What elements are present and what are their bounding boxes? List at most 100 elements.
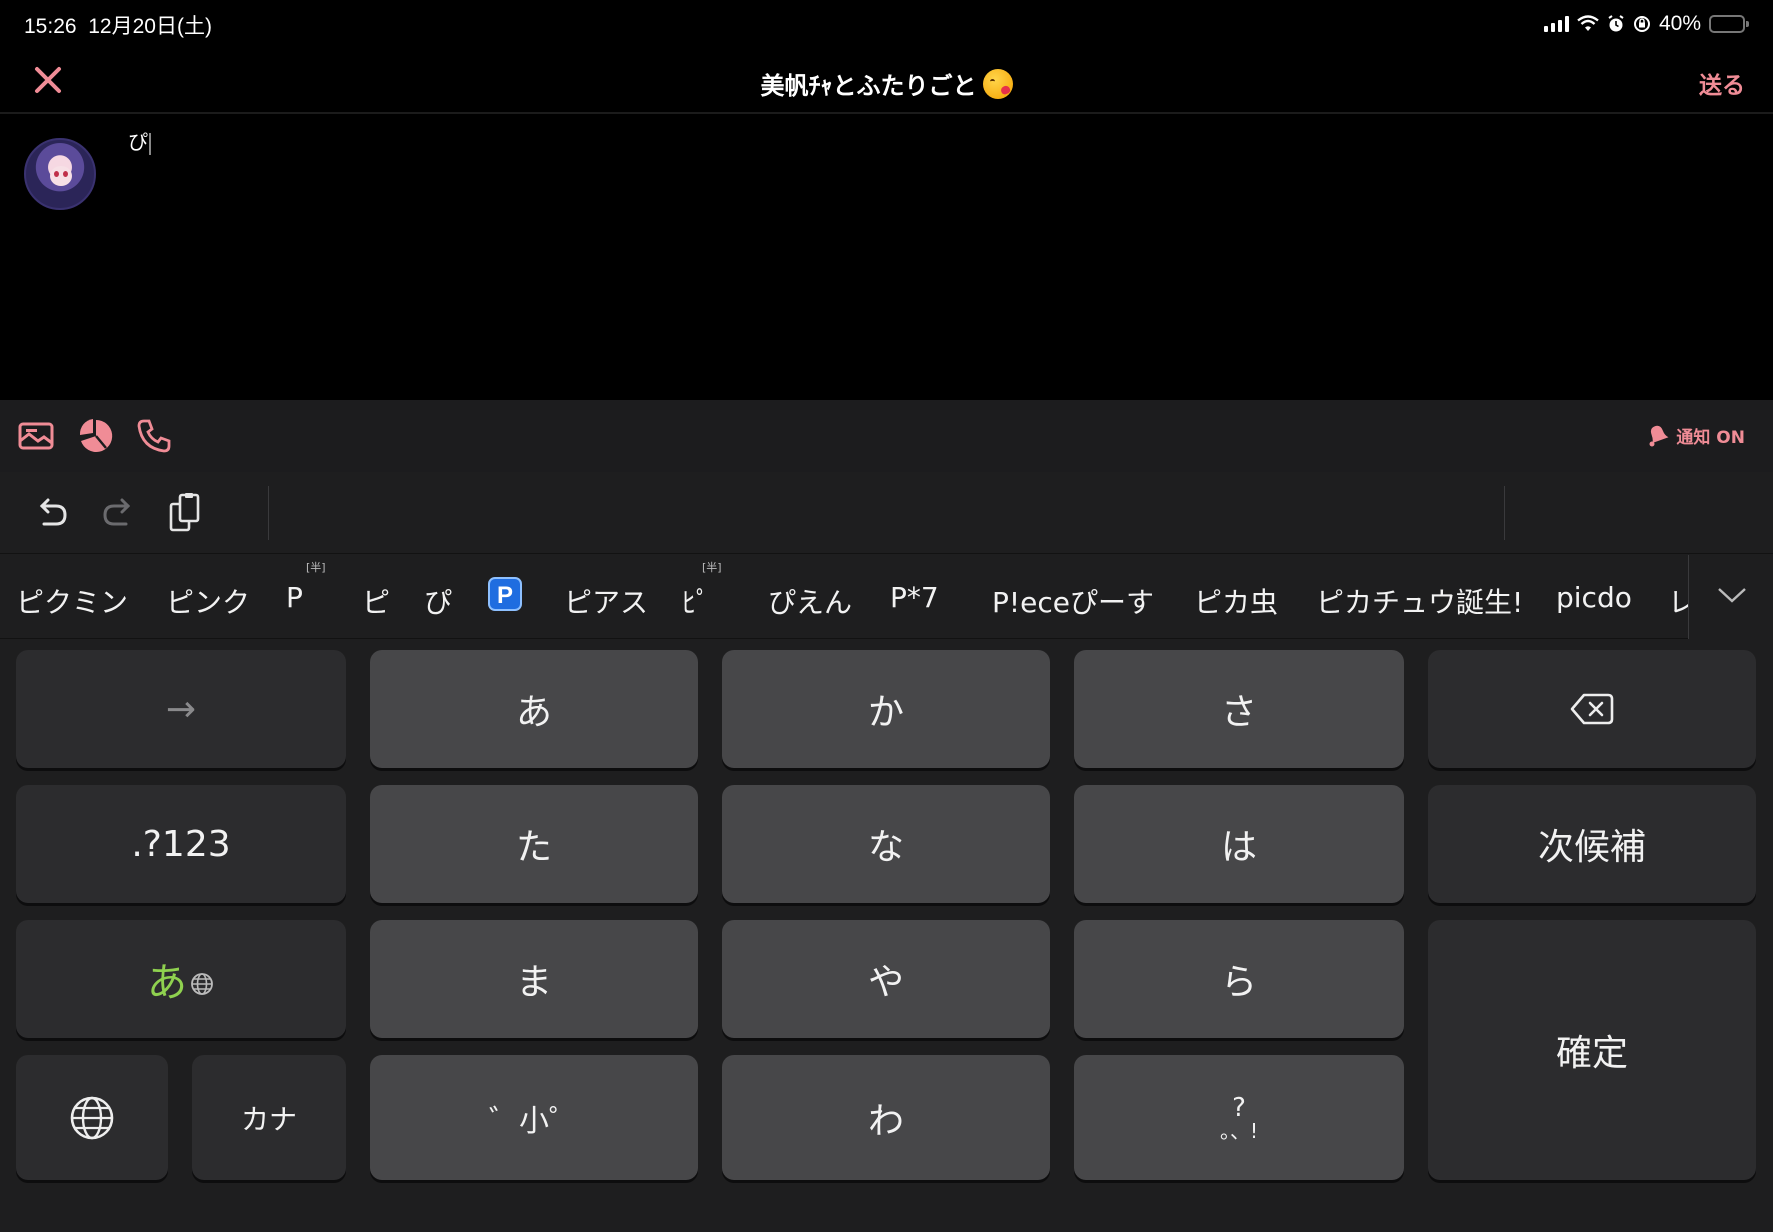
candidate-text: ぴえん <box>768 586 853 619</box>
alarm-icon <box>1608 15 1624 32</box>
candidate-item[interactable]: ピカチュウ誕生! <box>1316 581 1523 621</box>
title-text: 美帆ﾁｬとふたりごと <box>760 72 977 100</box>
confirm-key[interactable]: 確定 <box>1428 920 1756 1180</box>
compose-area[interactable]: ぴ <box>0 116 1773 400</box>
candidate-text: ピアス <box>564 586 649 619</box>
page-title: 美帆ﾁｬとふたりごと <box>0 66 1773 101</box>
image-icon[interactable] <box>16 416 56 456</box>
candidate-annotation: [半] <box>702 561 722 574</box>
input-mode-label: あ <box>147 960 187 1006</box>
candidate-item[interactable]: ピ <box>362 581 390 621</box>
status-icons: 40% <box>1543 10 1749 38</box>
avatar-face <box>50 166 72 186</box>
wifi-icon <box>1577 15 1599 31</box>
avatar-eye <box>63 171 68 177</box>
candidate-text: ﾋﾟ <box>682 586 711 619</box>
dakuten-key[interactable]: ゛小゜ <box>370 1055 698 1180</box>
candidate-text: P!eceぴーす <box>992 586 1154 619</box>
input-mode-key[interactable]: あ <box>16 920 346 1038</box>
globe-key[interactable] <box>16 1055 168 1180</box>
candidate-item[interactable]: ピアス <box>564 581 648 621</box>
orientation-lock-icon <box>1633 16 1650 32</box>
phone-icon[interactable] <box>134 416 174 456</box>
punctuation-bottom: 。、! <box>1219 1118 1259 1143</box>
status-time: 15:26 12月20日(土) <box>24 15 212 38</box>
candidate-item[interactable]: ぴ <box>424 581 452 621</box>
candidate-item[interactable]: ﾋﾟ [半] <box>682 561 722 621</box>
candidate-item[interactable]: P*7 <box>890 581 939 614</box>
candidate-text: ピカチュウ誕生! <box>1316 586 1524 619</box>
keyboard: ピクミン ピンク P [半] ピぴ P ピアス ﾋﾟ [半] ぴえん P*7 P!eceぴーす ピカ虫ピ… <box>0 472 1773 1232</box>
status-date: 12月20日(土) <box>88 15 212 38</box>
punctuation-top: ? <box>1232 1092 1246 1123</box>
bell-icon <box>1649 425 1669 447</box>
candidate-text: ぴ <box>424 586 453 619</box>
punctuation-label: ? 。、! <box>1220 1095 1258 1141</box>
text-caret <box>149 132 151 155</box>
dakuten-label: ゛小゜ <box>489 1103 579 1139</box>
p-badge-icon: P <box>488 577 522 611</box>
key-a[interactable]: あ <box>370 650 698 768</box>
status-bar: 15:26 12月20日(土) 40% <box>0 0 1773 48</box>
globe-icon <box>70 1096 114 1139</box>
numbers-key[interactable]: .?123 <box>16 785 346 903</box>
toolbar-divider <box>268 486 269 540</box>
key-sa[interactable]: さ <box>1074 650 1404 768</box>
notify-toggle[interactable]: 通知 ON <box>1644 422 1745 448</box>
key-ya[interactable]: や <box>722 920 1050 1038</box>
candidate-list: ピクミン ピンク P [半] ピぴ P ピアス ﾋﾟ [半] ぴえん P*7 P!eceぴーす ピカ虫ピ… <box>0 555 1688 639</box>
candidate-item[interactable]: P [半] <box>286 561 326 614</box>
key-ta[interactable]: た <box>370 785 698 903</box>
candidate-item[interactable]: ぴえん <box>768 581 852 621</box>
action-bar: 通知 ON <box>0 400 1773 472</box>
signal-icon <box>1543 16 1569 32</box>
expand-candidates-button[interactable] <box>1688 555 1773 639</box>
key-ka[interactable]: か <box>722 650 1050 768</box>
notify-label: 通知 ON <box>1676 427 1745 448</box>
kana-key[interactable]: カナ <box>192 1055 346 1180</box>
candidate-text: P <box>286 581 303 614</box>
candidate-text: ピクミン <box>16 586 129 619</box>
avatar <box>24 138 96 210</box>
candidate-text: P*7 <box>890 581 939 614</box>
candidate-text: ピカ虫 <box>1194 586 1279 619</box>
candidate-item[interactable]: ピクミン <box>16 581 128 621</box>
candidate-annotation: [半] <box>306 561 326 574</box>
arrow-label: → <box>165 688 197 730</box>
keyboard-toolbar <box>0 472 1773 554</box>
kissing-face-emoji <box>982 68 1013 99</box>
chevron-down-icon <box>1718 588 1746 603</box>
candidate-text: ピ <box>362 586 391 619</box>
delete-icon <box>1570 693 1614 725</box>
clipboard-icon[interactable] <box>166 492 208 534</box>
globe-icon <box>191 973 213 995</box>
candidate-item[interactable]: ピンク <box>166 581 250 621</box>
compose-input[interactable]: ぴ <box>128 126 151 155</box>
key-na[interactable]: な <box>722 785 1050 903</box>
candidate-item[interactable]: picdo <box>1556 581 1632 614</box>
next-candidate-key[interactable]: 次候補 <box>1428 785 1756 903</box>
key-ha[interactable]: は <box>1074 785 1404 903</box>
arrow-key[interactable]: → <box>16 650 346 768</box>
candidate-item[interactable]: P!eceぴーす <box>992 581 1154 621</box>
toolbar-divider <box>1504 486 1505 540</box>
candidate-item[interactable]: ピカ虫 <box>1194 581 1278 621</box>
key-wa[interactable]: わ <box>722 1055 1050 1180</box>
key-ra[interactable]: ら <box>1074 920 1404 1038</box>
punctuation-key[interactable]: ? 。、! <box>1074 1055 1404 1180</box>
candidate-text: ピンク <box>166 586 251 619</box>
candidate-text: レ <box>1668 586 1688 619</box>
header: 美帆ﾁｬとふたりごと 送る <box>0 48 1773 114</box>
candidate-bar: ピクミン ピンク P [半] ピぴ P ピアス ﾋﾟ [半] ぴえん P*7 P!eceぴーす ピカ虫ピ… <box>0 555 1773 639</box>
key-grid: → あ か さ .?123 た な は 次候補 あ ま や ら 確定 カナ ゛小… <box>0 640 1773 1232</box>
undo-icon[interactable] <box>30 492 72 534</box>
candidate-item[interactable]: P <box>488 577 522 611</box>
pie-chart-icon[interactable] <box>76 416 116 456</box>
candidate-item[interactable]: レ <box>1668 581 1688 621</box>
key-ma[interactable]: ま <box>370 920 698 1038</box>
redo-icon[interactable] <box>98 492 140 534</box>
delete-key[interactable] <box>1428 650 1756 768</box>
send-button[interactable]: 送る <box>1699 66 1745 100</box>
avatar-eye <box>54 171 59 177</box>
candidate-text: picdo <box>1556 581 1632 614</box>
